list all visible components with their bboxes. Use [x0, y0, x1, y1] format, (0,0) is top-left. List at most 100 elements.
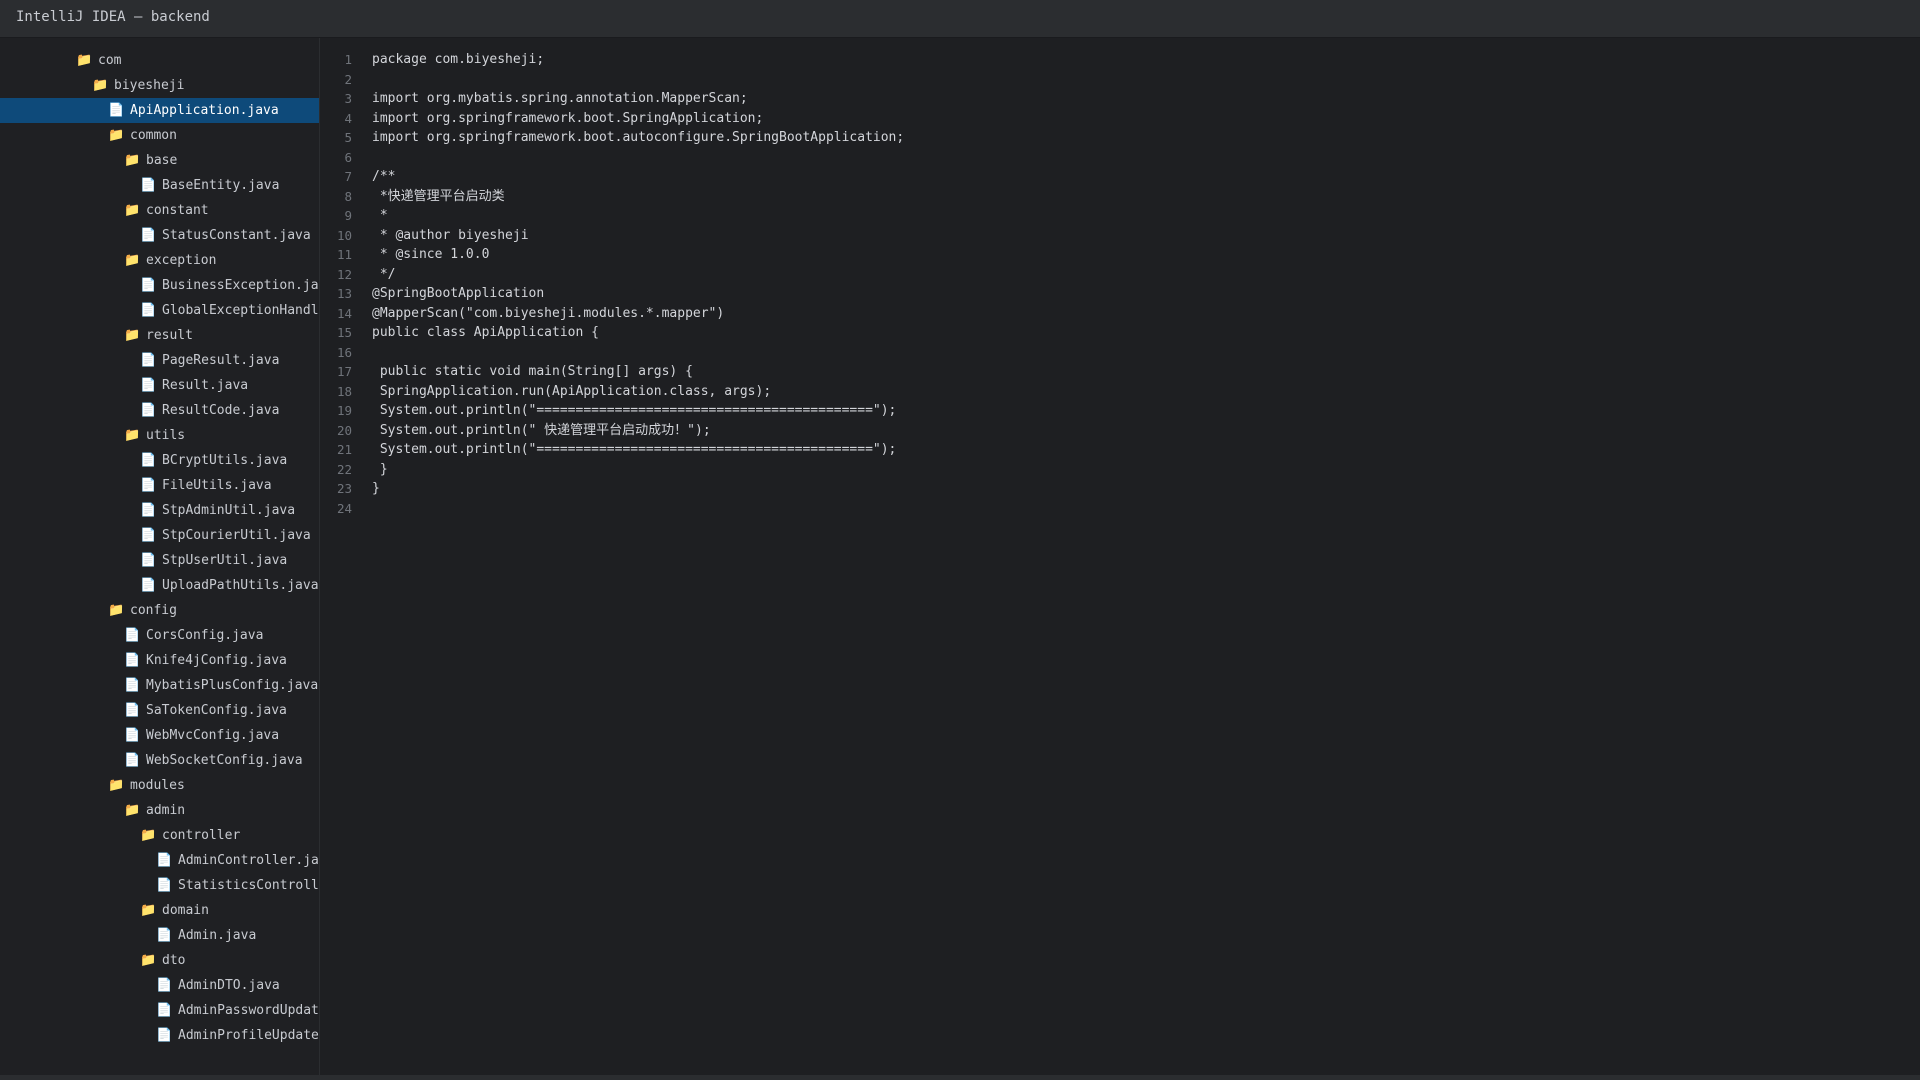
- code-line[interactable]: 10 * @author biyesheji: [320, 226, 1920, 246]
- code-line[interactable]: 1 package com.biyesheji;: [320, 50, 1920, 70]
- tree-file[interactable]: 📄 Knife4jConfig.java: [0, 648, 319, 673]
- tree-file[interactable]: 📄 Result.java: [0, 373, 319, 398]
- code-line[interactable]: 21 System.out.println("=================…: [320, 440, 1920, 460]
- tree-file[interactable]: 📄 BusinessException.java: [0, 273, 319, 298]
- folder-icon: 📁: [108, 778, 125, 793]
- code-text: /**: [372, 169, 396, 184]
- tree-folder[interactable]: 📁 admin: [0, 798, 319, 823]
- tree-file[interactable]: 📄 AdminDTO.java: [0, 973, 319, 998]
- code-text: }: [372, 461, 388, 477]
- folder-icon: 📁: [140, 903, 157, 918]
- file-icon: 📄: [140, 303, 157, 318]
- tree-folder[interactable]: 📁 constant: [0, 198, 319, 223]
- folder-icon: 📁: [124, 253, 141, 268]
- code-line[interactable]: 14 @MapperScan("com.biyesheji.modules.*.m…: [320, 304, 1920, 324]
- code-line[interactable]: 6: [320, 148, 1920, 168]
- tree-file[interactable]: 📄 BaseEntity.java: [0, 173, 319, 198]
- folder-icon: 📁: [124, 328, 141, 343]
- tree-file[interactable]: 📄 Admin.java: [0, 923, 319, 948]
- tree-folder[interactable]: 📁 biyesheji: [0, 73, 319, 98]
- code-text: @SpringBootApplication: [372, 286, 545, 301]
- code-line[interactable]: 12 */: [320, 265, 1920, 285]
- tree-file[interactable]: 📄 WebSocketConfig.java: [0, 748, 319, 773]
- code-line[interactable]: 16: [320, 343, 1920, 363]
- tree-folder[interactable]: 📁 dto: [0, 948, 319, 973]
- tree-item-label: dto: [162, 953, 186, 968]
- line-number: 23: [336, 481, 352, 496]
- folder-icon: 📁: [124, 803, 141, 818]
- tree-folder[interactable]: 📁 result: [0, 323, 319, 348]
- tree-file[interactable]: 📄 WebMvcConfig.java: [0, 723, 319, 748]
- code-line[interactable]: 19 System.out.println("=================…: [320, 401, 1920, 421]
- tree-item-label: Result.java: [162, 378, 249, 393]
- code-line[interactable]: 20 System.out.println(" 快递管理平台启动成功！");: [320, 421, 1920, 441]
- tree-file[interactable]: 📄 BCryptUtils.java: [0, 448, 319, 473]
- code-line[interactable]: 8 *快递管理平台启动类: [320, 187, 1920, 207]
- code-line[interactable]: 5 import org.springframework.boot.autocon…: [320, 128, 1920, 148]
- code-text: System.out.println(" 快递管理平台启动成功！");: [372, 422, 711, 438]
- code-line[interactable]: 18 SpringApplication.run(ApiApplication.…: [320, 382, 1920, 402]
- tree-file[interactable]: 📄 AdminProfileUpdateDTO.java: [0, 1023, 319, 1048]
- code-line[interactable]: 4 import org.springframework.boot.SpringA…: [320, 109, 1920, 129]
- tree-folder[interactable]: 📁 base: [0, 148, 319, 173]
- file-icon: 📄: [156, 928, 173, 943]
- tree-file[interactable]: 📄 GlobalExceptionHandler.java: [0, 298, 319, 323]
- tree-folder[interactable]: 📁 controller: [0, 823, 319, 848]
- tree-file[interactable]: 📄 StpAdminUtil.java: [0, 498, 319, 523]
- tree-file[interactable]: 📄 StatusConstant.java: [0, 223, 319, 248]
- tree-file[interactable]: 📄 FileUtils.java: [0, 473, 319, 498]
- code-line[interactable]: 23}: [320, 479, 1920, 499]
- tree-folder[interactable]: 📁 exception: [0, 248, 319, 273]
- tree-file[interactable]: 📄 StpCourierUtil.java: [0, 523, 319, 548]
- tree-file[interactable]: 📄 UploadPathUtils.java: [0, 573, 319, 598]
- tree-file[interactable]: 📄 ApiApplication.java: [0, 98, 319, 123]
- tree-file[interactable]: 📄 SaTokenConfig.java: [0, 698, 319, 723]
- line-number: 14: [336, 305, 352, 321]
- code-line[interactable]: 17 public static void main(String[] args…: [320, 362, 1920, 382]
- file-icon: 📄: [140, 378, 157, 393]
- tree-file[interactable]: 📄 AdminController.java: [0, 848, 319, 873]
- file-icon: 📄: [140, 453, 157, 468]
- code-line[interactable]: 22 }: [320, 460, 1920, 480]
- tree-file[interactable]: 📄 ResultCode.java: [0, 398, 319, 423]
- tree-folder[interactable]: 📁 common: [0, 123, 319, 148]
- project-tree-panel[interactable]: 📁 com 📁 biyesheji 📄 ApiApplication.java 📁 commo…: [0, 38, 320, 1080]
- tree-folder[interactable]: 📁 domain: [0, 898, 319, 923]
- tree-item-label: modules: [130, 778, 185, 793]
- tree-file[interactable]: 📄 StatisticsController.java: [0, 873, 319, 898]
- tree-item-label: Knife4jConfig.java: [146, 653, 287, 668]
- tree-file[interactable]: 📄 StpUserUtil.java: [0, 548, 319, 573]
- tree-folder[interactable]: 📁 config: [0, 598, 319, 623]
- code-line[interactable]: 15 public class ApiApplication {: [320, 323, 1920, 343]
- tree-file[interactable]: 📄 PageResult.java: [0, 348, 319, 373]
- tree-file[interactable]: 📄 MybatisPlusConfig.java: [0, 673, 319, 698]
- tree-item-label: StpCourierUtil.java: [162, 528, 311, 543]
- tree-item-label: AdminPasswordUpdateDTO.java: [178, 1003, 319, 1018]
- code-line[interactable]: 13 @SpringBootApplication: [320, 284, 1920, 304]
- code-line[interactable]: 9 *: [320, 206, 1920, 226]
- tree-folder[interactable]: 📁 utils: [0, 423, 319, 448]
- line-number: 3: [344, 91, 352, 106]
- tree-item-label: ResultCode.java: [162, 403, 280, 418]
- code-line[interactable]: 11 * @since 1.0.0: [320, 245, 1920, 265]
- folder-icon: 📁: [108, 603, 125, 618]
- line-number: 22: [336, 461, 352, 477]
- code-line[interactable]: 3 import org.mybatis.spring.annotation.Ma…: [320, 89, 1920, 109]
- file-icon: 📄: [140, 228, 157, 243]
- tree-item-label: WebMvcConfig.java: [146, 728, 280, 743]
- tree-file[interactable]: 📄 AdminPasswordUpdateDTO.java: [0, 998, 319, 1023]
- line-number: 6: [344, 149, 352, 165]
- code-line[interactable]: 2: [320, 70, 1920, 90]
- tree-item-label: domain: [162, 903, 209, 918]
- tree-file[interactable]: 📄 CorsConfig.java: [0, 623, 319, 648]
- tree-folder[interactable]: 📁 com: [0, 48, 319, 73]
- code-editor[interactable]: 1 package com.biyesheji; 2 3 import org.myba…: [320, 38, 1920, 1080]
- tree-item-label: config: [130, 603, 177, 618]
- line-number: 13: [336, 286, 352, 301]
- folder-icon: 📁: [108, 128, 125, 143]
- code-line[interactable]: 7 /**: [320, 167, 1920, 187]
- line-number: 21: [336, 442, 352, 457]
- code-line[interactable]: 24: [320, 499, 1920, 519]
- tree-folder[interactable]: 📁 modules: [0, 773, 319, 798]
- file-icon: 📄: [140, 528, 157, 543]
